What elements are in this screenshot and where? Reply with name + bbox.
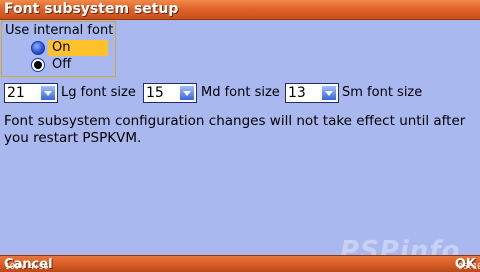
chevron-down-icon[interactable]	[179, 85, 195, 101]
md-font-size-value: 15	[146, 85, 164, 101]
restart-notice: Font subsystem configuration changes wil…	[4, 113, 466, 146]
chevron-down-icon[interactable]	[40, 85, 56, 101]
radio-off-indicator[interactable]	[31, 58, 45, 72]
md-font-size-select[interactable]: 15	[143, 83, 197, 103]
sm-font-size-select[interactable]: 13	[285, 83, 339, 103]
page-title: Font subsystem setup	[4, 1, 179, 17]
radio-on-label[interactable]: On	[48, 40, 108, 56]
lg-font-size-select[interactable]: 21	[4, 83, 58, 103]
sm-font-size-value: 13	[288, 85, 306, 101]
internal-font-group: Use internal font On Off	[1, 21, 116, 77]
md-font-size-label: Md font size	[201, 85, 280, 100]
radio-on-indicator[interactable]	[31, 41, 45, 55]
clock-status: 06:10	[458, 262, 480, 271]
sm-font-size-label: Sm font size	[342, 85, 423, 100]
internal-font-legend: Use internal font	[5, 23, 114, 38]
radio-off[interactable]: Off	[31, 57, 111, 73]
lg-font-size-value: 21	[7, 85, 25, 101]
chevron-down-icon[interactable]	[321, 85, 337, 101]
radio-on[interactable]: On	[31, 40, 111, 56]
battery-status: 100% 4:56	[5, 262, 49, 271]
lg-font-size-label: Lg font size	[61, 85, 136, 100]
radio-off-label[interactable]: Off	[48, 57, 75, 73]
title-bar: Font subsystem setup	[0, 0, 480, 20]
softkey-bar: Cancel OK	[0, 255, 480, 272]
